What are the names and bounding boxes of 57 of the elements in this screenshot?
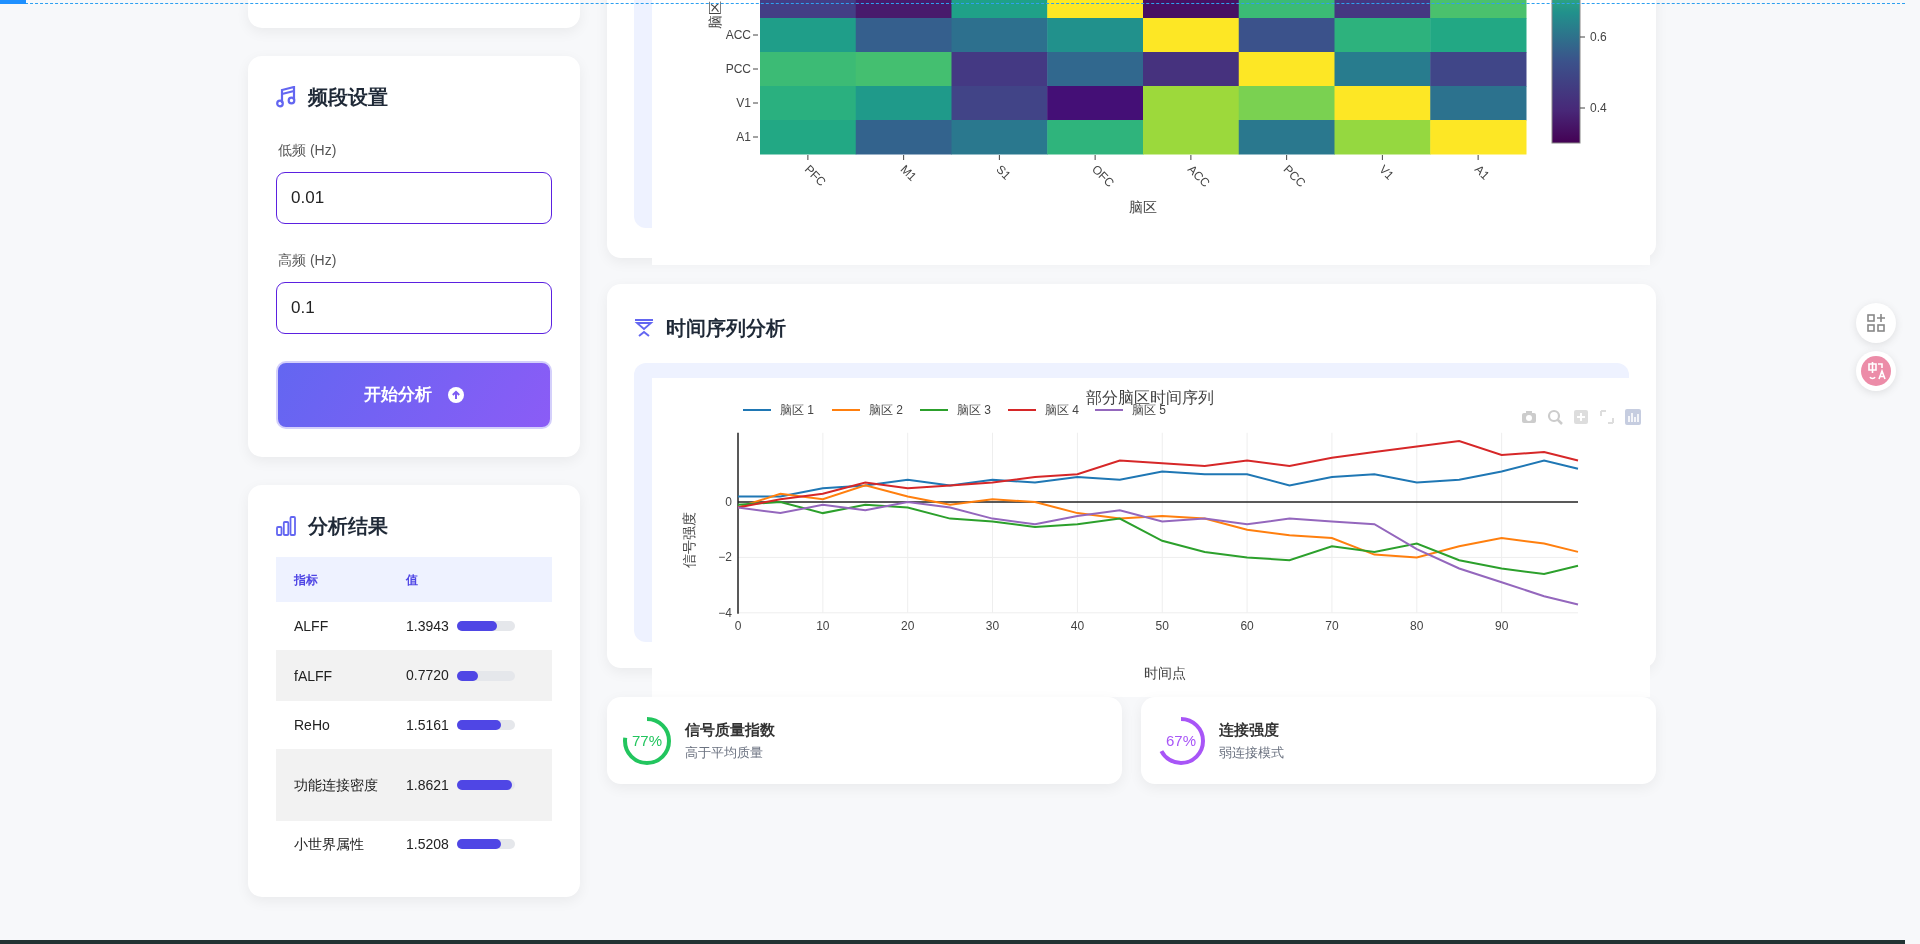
tick-label: 60 [1240,619,1254,633]
table-cell: ReHo [276,701,388,749]
colorbar-label: 0.6 [1590,30,1607,44]
axis-label: S1 [993,162,1014,183]
table-cell-text: 1.8621 [406,775,449,795]
tick-label: 30 [985,619,1000,633]
tick-label: −4 [718,605,732,620]
table-cell: fALFF [276,650,388,701]
tick-label: 20 [901,619,915,633]
legend-label: 脑区 3 [957,403,991,417]
field-label: 高频 (Hz) [278,251,338,270]
axis-label: PCC [725,62,751,76]
tick-label: 0 [725,495,732,509]
input-field[interactable]: 0.1 [276,282,552,334]
table-cell-text: 1.3943 [406,616,449,636]
table-cell: 小世界属性 [276,821,388,867]
colorbar-label: 0.4 [1590,101,1607,115]
axis-title: 信号强度 [681,512,697,568]
axis-title: 时间点 [1144,665,1186,681]
legend-label: 脑区 1 [780,403,814,417]
tick-label: 10 [816,619,830,633]
field-label: 低频 (Hz) [278,141,338,160]
table-cell-text: 0.7720 [406,666,449,685]
stat-subtitle: 高于平均质量 [685,744,764,762]
column-header: 值 [388,557,552,602]
table-cell: 功能连接密度 [276,749,388,821]
input-field[interactable]: 0.01 [276,172,552,224]
axis-label: A1 [736,130,751,144]
card-title: 时间序列分析 [666,316,786,341]
card-title: 分析结果 [308,514,388,539]
legend-label: 脑区 4 [1045,403,1079,417]
axis-label: V1 [1376,162,1397,183]
axis-label: V1 [736,96,751,110]
stat-subtitle: 弱连接模式 [1219,744,1284,762]
axis-label: M1 [897,162,920,184]
tick-label: 40 [1070,619,1085,633]
start-analysis-button[interactable]: 开始分析 [276,361,552,429]
axis-label: A1 [1472,162,1493,183]
card-title: 频段设置 [308,85,388,110]
tick-label: 70 [1325,619,1339,633]
table-cell: ALFF [276,602,388,650]
tick-label: 80 [1410,619,1424,633]
tick-label: 90 [1494,619,1509,633]
table-cell-text: 1.5161 [406,715,449,735]
axis-label: ACC [725,28,751,42]
table-cell-text: 1.5208 [406,834,449,854]
legend-label: 脑区 2 [869,403,903,417]
tick-label: −2 [718,550,732,565]
percent-label: 77% [632,731,662,749]
tick-label: 50 [1155,619,1169,633]
stat-title: 连接强度 [1219,719,1280,740]
tick-label: 0 [734,619,742,633]
percent-label: 67% [1166,731,1196,749]
column-header: 指标 [276,557,388,602]
stat-title: 信号质量指数 [685,719,775,740]
axis-title: 脑区 [707,1,723,29]
axis-title: 脑区 [1129,199,1157,215]
